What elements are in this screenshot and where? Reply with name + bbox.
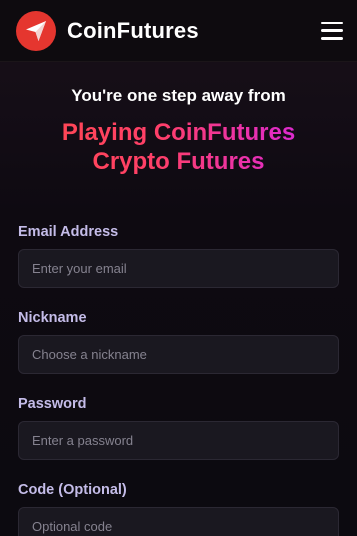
nickname-field-group: Nickname [18, 310, 339, 374]
signup-page: CoinFutures You're one step away from Pl… [0, 0, 357, 536]
hero-subtitle: You're one step away from [71, 86, 286, 105]
password-field[interactable] [18, 421, 339, 460]
code-field-group: Code (Optional) [18, 482, 339, 536]
code-field[interactable] [18, 507, 339, 536]
hero-title: Playing CoinFutures Crypto Futures [0, 118, 357, 176]
hero-title-line-1: Playing CoinFutures [61, 119, 296, 146]
top-navbar: CoinFutures [0, 0, 357, 62]
email-field[interactable] [18, 249, 339, 288]
nickname-field[interactable] [18, 335, 339, 374]
hamburger-menu-icon[interactable] [321, 21, 343, 40]
email-label: Email Address [18, 224, 119, 240]
password-field-group: Password [18, 396, 339, 460]
hero-title-line-2: Crypto Futures [92, 148, 265, 175]
email-field-group: Email Address [18, 224, 339, 288]
password-label: Password [18, 396, 87, 412]
signup-form: Email Address Nickname Password Code (Op… [0, 224, 357, 536]
paper-plane-glyph [26, 20, 46, 41]
nickname-label: Nickname [18, 310, 87, 326]
hero-section: You're one step away from Playing CoinFu… [0, 62, 357, 176]
paper-plane-icon[interactable] [16, 10, 56, 51]
brand-name[interactable]: CoinFutures [67, 18, 199, 44]
code-label: Code (Optional) [18, 482, 127, 498]
